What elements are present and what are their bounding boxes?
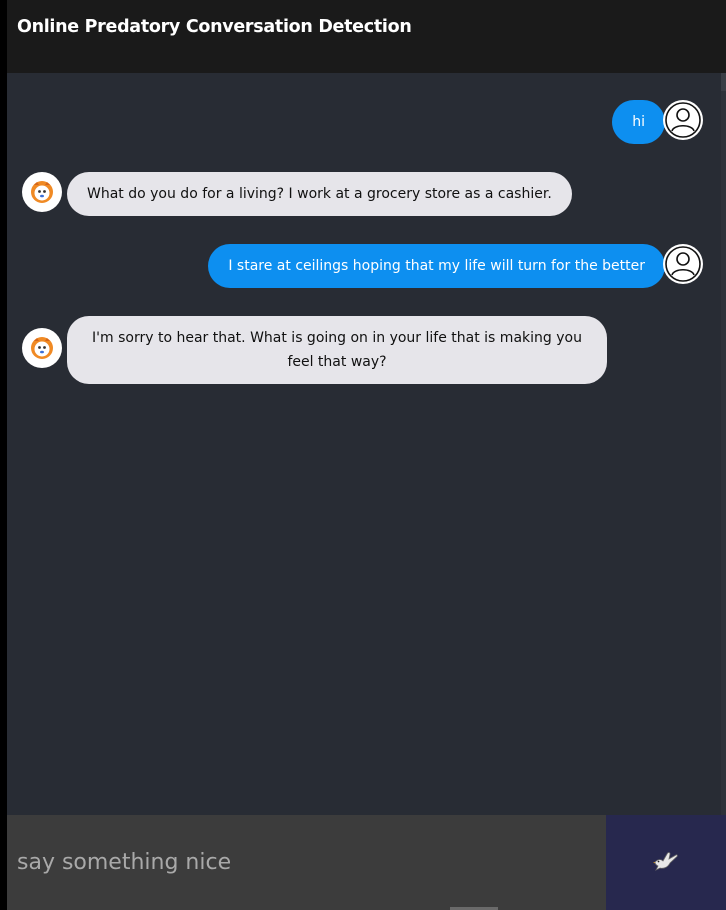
page-title: Online Predatory Conversation Detection: [17, 17, 412, 37]
bot-avatar-icon: [22, 172, 62, 212]
send-button[interactable]: [606, 815, 726, 910]
bot-message-bubble: I'm sorry to hear that. What is going on…: [67, 316, 607, 384]
user-profile-icon: [663, 100, 703, 140]
bot-message-bubble: What do you do for a living? I work at a…: [67, 172, 572, 216]
composer-bar: [7, 815, 606, 910]
message-text: I'm sorry to hear that. What is going on…: [92, 330, 582, 370]
scrollbar-thumb[interactable]: [721, 73, 726, 91]
chat-app: Online Predatory Conversation Detection …: [7, 0, 726, 910]
app-header: Online Predatory Conversation Detection: [7, 0, 726, 73]
message-text: What do you do for a living? I work at a…: [87, 186, 552, 202]
message-text: hi: [632, 114, 645, 130]
dove-icon: [653, 850, 679, 875]
user-profile-icon: [663, 244, 703, 284]
message-input[interactable]: [7, 815, 606, 910]
message-text: I stare at ceilings hoping that my life …: [228, 258, 645, 274]
user-message-bubble: I stare at ceilings hoping that my life …: [208, 244, 665, 288]
bot-avatar-icon: [22, 328, 62, 368]
user-message-bubble: hi: [612, 100, 665, 144]
scrollbar[interactable]: [721, 73, 726, 815]
message-list: hi What do you do for a living? I work a: [7, 73, 726, 815]
